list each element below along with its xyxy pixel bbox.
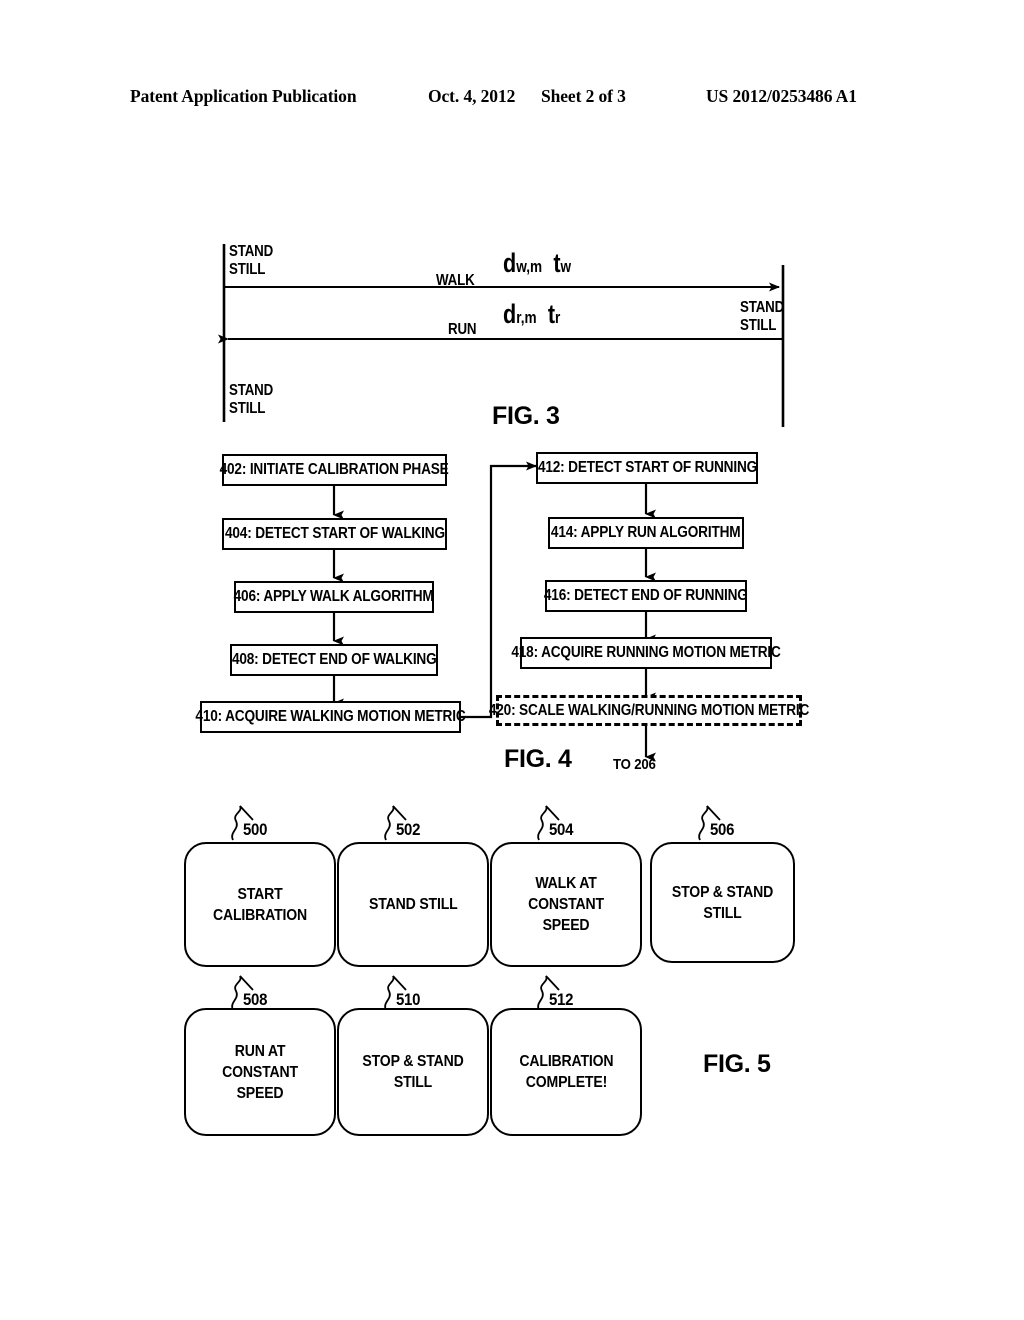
- fig5-screen-502-text: STAND STILL: [369, 894, 458, 915]
- fig5-screen-500-text: START CALIBRATION: [202, 884, 318, 926]
- fig5-screen-502[interactable]: STAND STILL: [337, 842, 489, 967]
- fig5-screen-512[interactable]: CALIBRATION COMPLETE!: [490, 1008, 642, 1136]
- fig5-screen-508-text: RUN AT CONSTANT SPEED: [202, 1041, 318, 1104]
- fig5-ref-502: 502: [396, 820, 421, 839]
- fig5-ref-506: 506: [710, 820, 735, 839]
- fig5-ref-508: 508: [243, 990, 268, 1009]
- fig5-caption: FIG. 5: [703, 1050, 771, 1078]
- fig5-screen-504-text: WALK AT CONSTANT SPEED: [508, 873, 624, 936]
- fig5-screen-512-text: CALIBRATION COMPLETE!: [519, 1051, 613, 1093]
- fig5-screen-line: CALIBRATION: [518, 1053, 613, 1070]
- fig5-screen-506[interactable]: STOP & STAND STILL: [650, 842, 795, 963]
- fig5-screen-line: SPEED: [236, 1084, 284, 1102]
- fig5-screen-line: STAND STILL: [368, 896, 458, 913]
- fig5-ref-500: 500: [243, 820, 268, 839]
- fig5-screen-510[interactable]: STOP & STAND STILL: [337, 1008, 489, 1136]
- fig5-screen-line: COMPLETE!: [525, 1074, 607, 1091]
- fig5-screen-line: STOP & STAND STILL: [671, 883, 774, 922]
- fig5: 500 502 504 506 508 510 512 START CALIBR…: [0, 0, 1024, 1320]
- fig5-screen-500[interactable]: START CALIBRATION: [184, 842, 336, 967]
- fig5-ref-510: 510: [396, 990, 421, 1009]
- fig5-screen-508[interactable]: RUN AT CONSTANT SPEED: [184, 1008, 336, 1136]
- fig5-ref-512: 512: [549, 990, 574, 1009]
- fig5-screen-line: WALK AT CONSTANT: [528, 875, 604, 913]
- fig5-screen-line: START CALIBRATION: [212, 885, 307, 924]
- fig5-screen-510-text: STOP & STAND STILL: [355, 1051, 471, 1093]
- fig5-screen-line: RUN AT CONSTANT: [222, 1042, 298, 1081]
- fig5-screen-line: STOP & STAND STILL: [362, 1053, 464, 1091]
- fig5-ref-504: 504: [549, 820, 574, 839]
- fig5-screen-506-text: STOP & STAND STILL: [668, 882, 778, 924]
- fig5-screen-504[interactable]: WALK AT CONSTANT SPEED: [490, 842, 642, 967]
- fig5-screen-line: SPEED: [542, 917, 590, 934]
